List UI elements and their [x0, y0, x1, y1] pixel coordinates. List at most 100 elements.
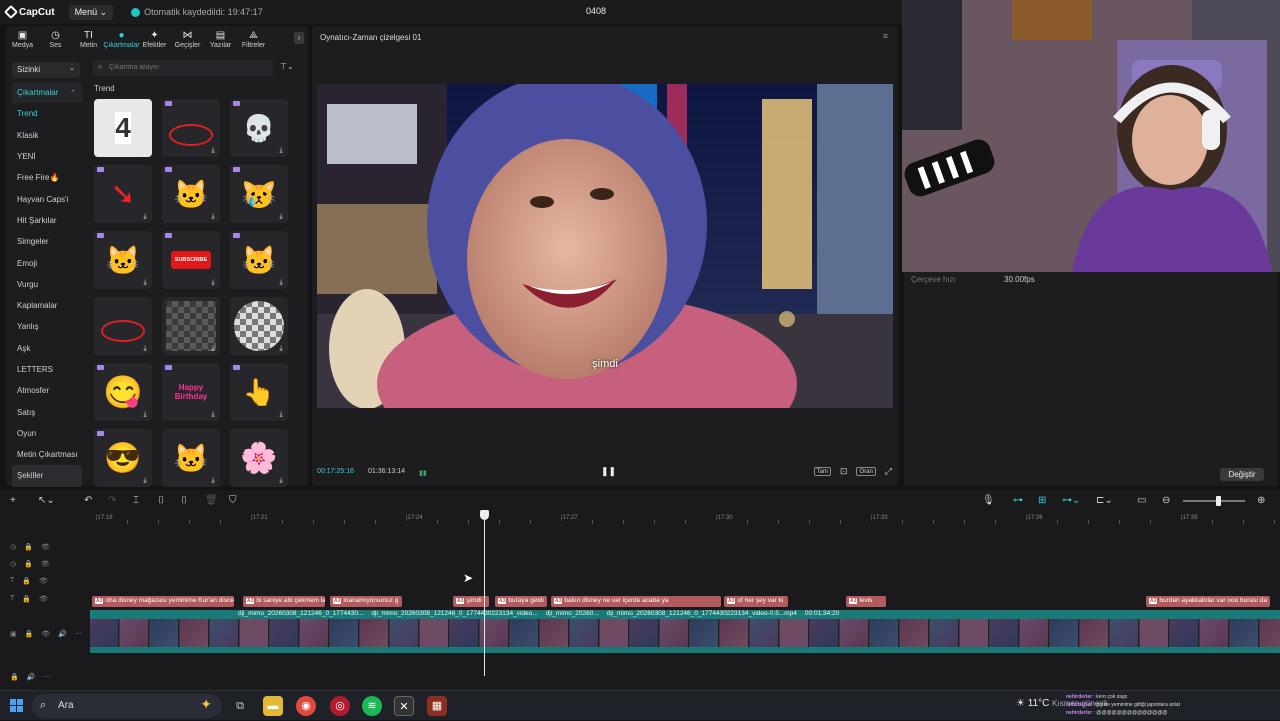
tab-audio[interactable]: ◷ Ses	[39, 26, 72, 52]
microphone-icon[interactable]: 🎙	[982, 495, 995, 506]
fullscreen-icon[interactable]: ⤢	[885, 466, 892, 477]
capcut-taskbar-icon[interactable]: ✕	[394, 696, 414, 716]
category-item[interactable]: Aşk	[12, 338, 82, 359]
category-item[interactable]: Yanlış	[12, 316, 82, 337]
more-icon[interactable]: ⋯	[43, 673, 50, 681]
tab-filters[interactable]: ⟁ Filtreler	[237, 26, 270, 52]
filter-sort-button[interactable]: ⊤⌄	[280, 62, 294, 71]
category-item[interactable]: Satış	[12, 401, 82, 422]
download-icon[interactable]: ⤓	[277, 147, 285, 155]
red-crown-circle-sticker[interactable]: ⤓	[162, 99, 220, 157]
category-item[interactable]: Şekiller	[12, 465, 82, 487]
spotify-icon[interactable]: ≋	[362, 696, 382, 716]
download-icon[interactable]: ⤓	[277, 477, 285, 485]
crop-icon[interactable]: ⊡	[840, 466, 848, 477]
pink-flower-sticker[interactable]: 🌸 ⤓	[230, 429, 288, 487]
toolbar-scroll-right-icon[interactable]: ›	[294, 32, 304, 44]
tab-sticker[interactable]: ● Çıkartmalar	[103, 26, 139, 52]
tab-captions[interactable]: ▤ Yazılar	[204, 26, 237, 52]
audio-icon[interactable]: 🔊	[58, 630, 67, 638]
mosaic-circle-sticker[interactable]: ⤓	[230, 297, 288, 355]
shield-icon[interactable]: ⛉	[229, 495, 237, 506]
lock-icon[interactable]: 🔒	[24, 543, 33, 551]
audio-icon[interactable]: 🔊	[27, 673, 36, 681]
yummy-emoji-sticker[interactable]: 😋 ⤓	[94, 363, 152, 421]
download-icon[interactable]: ⤓	[141, 411, 149, 419]
time-ruler[interactable]: |17:18 |17:21 |17:24 |17:27 |17:30 |17:33 |17:…	[90, 512, 1280, 524]
download-icon[interactable]: ⤓	[209, 279, 217, 287]
eye-icon[interactable]: 👁	[41, 543, 50, 551]
download-icon[interactable]: ⤓	[141, 147, 149, 155]
text-clip[interactable]: A3 burdan ayakkabılar var ooo burası da	[1146, 596, 1270, 607]
chrome-icon[interactable]: ◉	[296, 696, 316, 716]
preview-axis-icon[interactable]: ⊏⌄	[1096, 495, 1113, 506]
red-circle-arrow-sticker[interactable]: ⤓	[94, 297, 152, 355]
category-item[interactable]: Kaplamalar	[12, 295, 82, 316]
obs-icon[interactable]: ◎	[330, 696, 350, 716]
download-icon[interactable]: ⤓	[209, 477, 217, 485]
text-track-header[interactable]: T 🔒 👁	[10, 577, 48, 585]
full-quality-button[interactable]: Tam	[813, 467, 831, 476]
undo-icon[interactable]: ↶	[84, 495, 92, 506]
text-clip[interactable]: A3 oha disney mağazası yeminime Kur'an di…	[92, 596, 234, 607]
pause-button[interactable]: ❚❚	[601, 466, 616, 477]
category-item[interactable]: LETTERS	[12, 359, 82, 380]
thumbnail-icon[interactable]: ▭	[1137, 495, 1146, 506]
category-parent[interactable]: Çıkartmalar ⌃	[12, 82, 82, 104]
player-menu-icon[interactable]: ≡	[883, 31, 888, 41]
select-tool-icon[interactable]: ↖⌄	[38, 495, 55, 506]
category-item[interactable]: Vurgu	[12, 274, 82, 295]
text-clip[interactable]: A3 inanamıyorsunuz g	[330, 596, 402, 607]
zoom-in-icon[interactable]: ⊕	[1257, 495, 1265, 506]
tab-effects[interactable]: ✦ Efektler	[138, 26, 171, 52]
add-track-icon[interactable]: +	[10, 495, 16, 506]
link-icon[interactable]: ⊶	[1013, 495, 1023, 506]
lock-icon[interactable]: 🔒	[22, 577, 31, 585]
windows-start-icon[interactable]	[10, 699, 23, 712]
eye-icon[interactable]: 👁	[39, 595, 48, 603]
lock-icon[interactable]: 🔒	[10, 673, 19, 681]
pointing-hand-sticker[interactable]: 👆 ⤓	[230, 363, 288, 421]
change-button[interactable]: Değiştir	[1220, 468, 1264, 481]
text-clip[interactable]: A3 bakın disney ne var içerde acaba ya	[551, 596, 721, 607]
text-clip[interactable]: A3 levis	[846, 596, 886, 607]
download-icon[interactable]: ⤓	[209, 147, 217, 155]
taskbar-search-input[interactable]: ⌕ Ara ✦	[32, 694, 222, 718]
category-item[interactable]: Emoji	[12, 252, 82, 273]
tab-text[interactable]: TI Metin	[72, 26, 105, 52]
split-icon[interactable]: ⌶	[133, 495, 139, 506]
eye-icon[interactable]: 👁	[41, 560, 50, 568]
task-view-icon[interactable]: ⧉	[230, 696, 250, 716]
happy-birthday-sticker[interactable]: Happy Birthday ⤓	[162, 363, 220, 421]
snap-icon[interactable]: ⊶⌄	[1062, 495, 1080, 506]
audio-track-header[interactable]: 🔒 🔊 ⋯	[10, 673, 50, 681]
tab-media[interactable]: ▣ Medya	[6, 26, 39, 52]
category-item[interactable]: Hit Şarkılar	[12, 210, 82, 231]
subscribe-button-sticker[interactable]: SUBSCRIBE ⤓	[162, 231, 220, 289]
zoom-out-icon[interactable]: ⊖	[1162, 495, 1170, 506]
tab-transitions[interactable]: ⋈ Geçişler	[171, 26, 204, 52]
redo-icon[interactable]: ↷	[108, 495, 116, 506]
lock-icon[interactable]: 🔒	[25, 630, 34, 638]
category-item[interactable]: Atmosfer	[12, 380, 82, 401]
cat-heart-sticker[interactable]: 🐱 ⤓	[94, 231, 152, 289]
more-icon[interactable]: ⋯	[75, 630, 82, 638]
archive-app-icon[interactable]: ▦	[427, 696, 447, 716]
category-item[interactable]: Simgeler	[12, 231, 82, 252]
category-item[interactable]: Free Fire🔥	[12, 167, 82, 188]
text-clip[interactable]: A3 of her şey var ki	[724, 596, 788, 607]
lock-icon[interactable]: 🔒	[22, 595, 31, 603]
download-icon[interactable]: ⤓	[277, 279, 285, 287]
category-item[interactable]: Oyun	[12, 423, 82, 444]
text-clip[interactable]: A3 buraya geldi	[495, 596, 547, 607]
category-item[interactable]: Metin Çıkartması	[12, 444, 82, 465]
playhead[interactable]	[484, 512, 485, 676]
pixel-blur-sticker[interactable]: ⤓	[162, 297, 220, 355]
sticker-search-input[interactable]: ⌕ Çıkartma arayın	[93, 60, 273, 76]
category-item[interactable]: Klasik	[12, 125, 82, 146]
skull-sticker[interactable]: 💀 ⤓	[230, 99, 288, 157]
lock-icon[interactable]: 🔒	[24, 560, 33, 568]
sticker-track-header[interactable]: ◷ 🔒 👁	[10, 543, 50, 551]
cool-emoji-sticker[interactable]: 😎 ⤓	[94, 429, 152, 487]
eye-icon[interactable]: 👁	[41, 630, 50, 638]
